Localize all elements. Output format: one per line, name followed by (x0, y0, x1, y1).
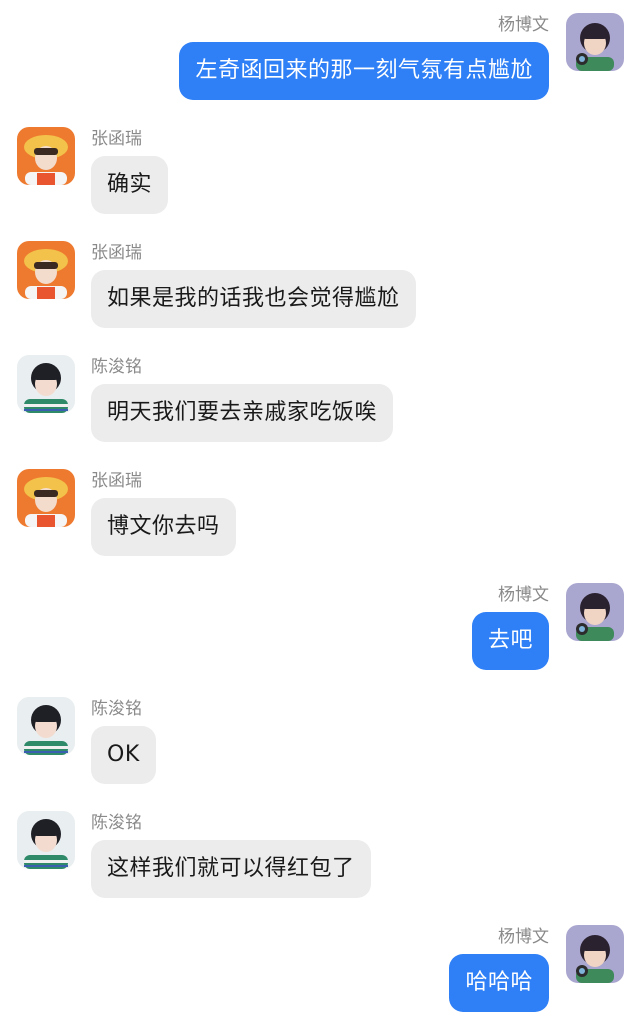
message-bubble[interactable]: 哈哈哈 (449, 954, 549, 1012)
avatar-yang-image (566, 583, 624, 641)
message-bubble[interactable]: 博文你去吗 (91, 498, 236, 556)
avatar[interactable] (17, 469, 75, 527)
sender-name: 陈浚铭 (91, 357, 142, 377)
message-bubble[interactable]: 去吧 (471, 612, 549, 670)
avatar[interactable] (17, 355, 75, 413)
chat-thread: 杨博文 左奇函回来的那一刻气氛有点尴尬 张函瑞 确实 张函瑞 如果是我的话我也会… (0, 0, 640, 1017)
avatar[interactable] (17, 697, 75, 755)
avatar-yang-image (566, 925, 624, 983)
avatar[interactable] (566, 13, 624, 71)
avatar-zhang-image (17, 469, 75, 527)
avatar[interactable] (17, 811, 75, 869)
sender-name: 陈浚铭 (91, 699, 142, 719)
sender-name: 陈浚铭 (91, 813, 142, 833)
message-bubble[interactable]: 这样我们就可以得红包了 (91, 840, 371, 898)
sender-name: 张函瑞 (91, 471, 142, 491)
avatar-yang-image (566, 13, 624, 71)
message-bubble[interactable]: 确实 (91, 156, 169, 214)
sender-name: 杨博文 (498, 927, 549, 947)
avatar-chen-image (17, 811, 75, 869)
avatar[interactable] (566, 583, 624, 641)
sender-name: 张函瑞 (91, 129, 142, 149)
avatar-zhang-image (17, 127, 75, 185)
avatar-zhang-image (17, 241, 75, 299)
sender-name: 张函瑞 (91, 243, 142, 263)
message-bubble[interactable]: 明天我们要去亲戚家吃饭唉 (91, 384, 394, 442)
sender-name: 杨博文 (498, 15, 549, 35)
avatar-chen-image (17, 697, 75, 755)
message-bubble[interactable]: 如果是我的话我也会觉得尴尬 (91, 270, 416, 328)
message-bubble[interactable]: 左奇函回来的那一刻气氛有点尴尬 (179, 42, 549, 100)
sender-name: 杨博文 (498, 585, 549, 605)
message-bubble[interactable]: OK (91, 726, 156, 784)
avatar[interactable] (17, 241, 75, 299)
avatar[interactable] (17, 127, 75, 185)
avatar-chen-image (17, 355, 75, 413)
avatar[interactable] (566, 925, 624, 983)
